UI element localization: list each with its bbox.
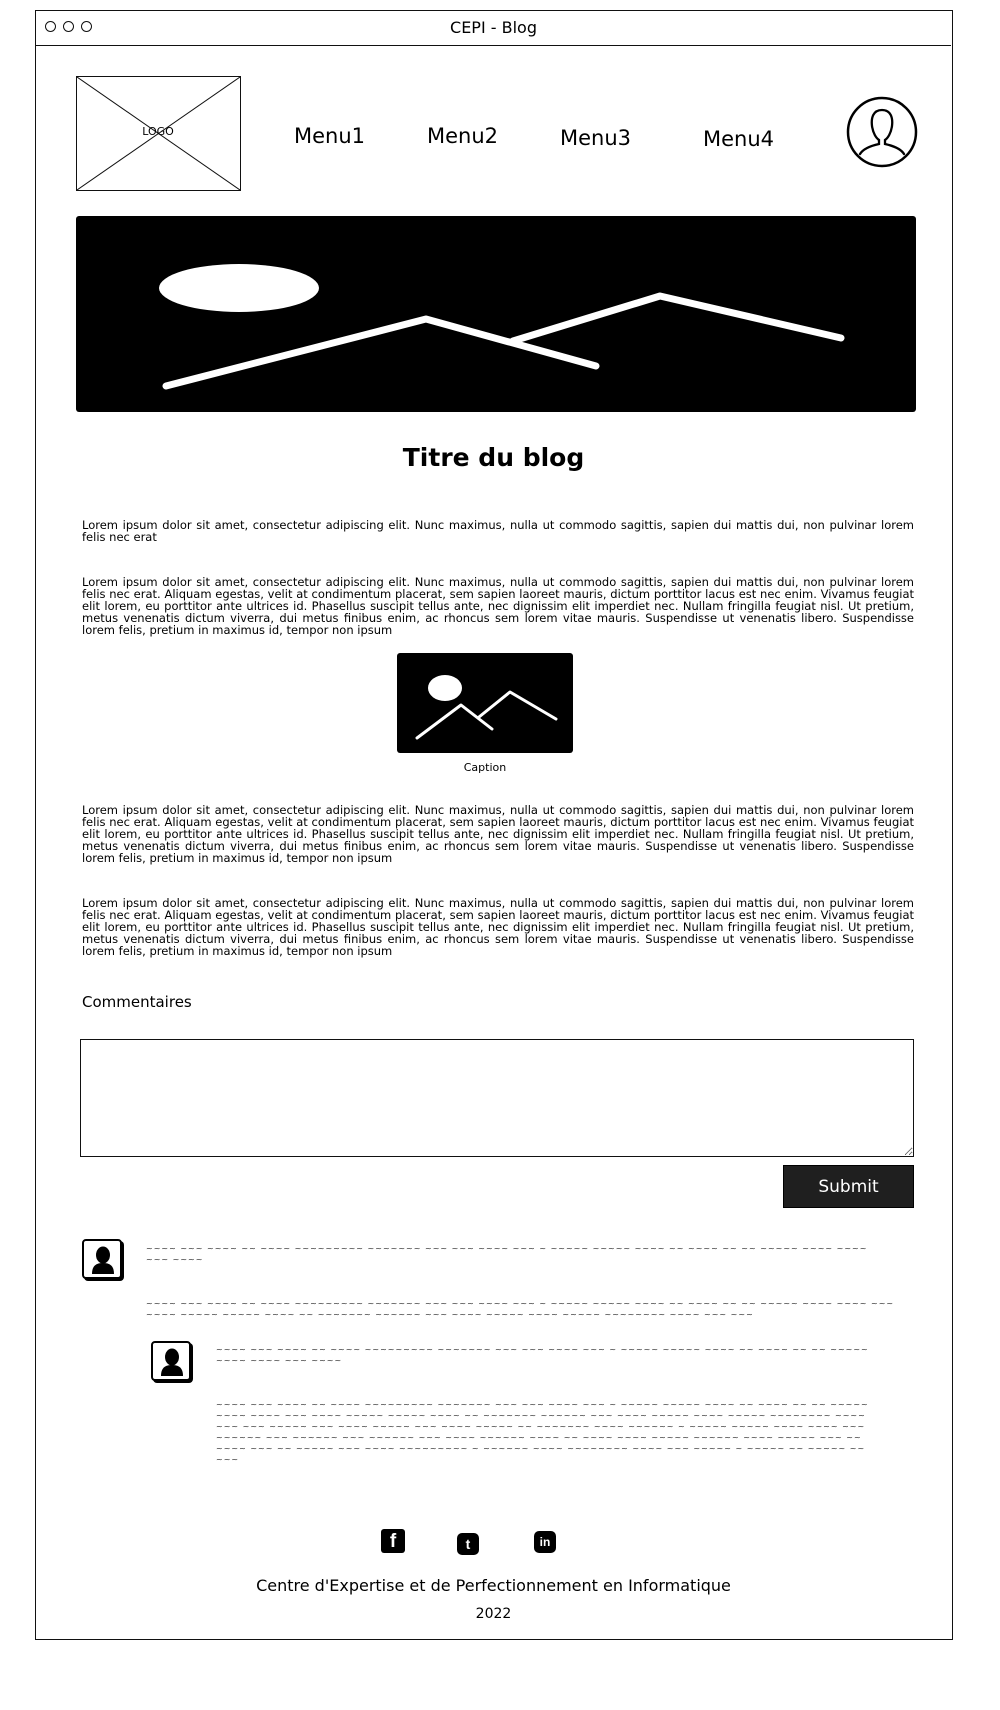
body-paragraph-2: Lorem ipsum dolor sit amet, consectetur … <box>82 803 914 865</box>
reply-author-line: ~~~~ ~~~ ~~~~ ~~ ~~~~ ~~~~~~~~~ ~~~~~~~ … <box>216 1345 869 1365</box>
user-silhouette-icon <box>92 1246 114 1274</box>
window-titlebar: CEPI - Blog <box>36 11 951 46</box>
hero-image-icon <box>159 264 845 390</box>
logo-label: LOGO <box>142 125 174 138</box>
comment-text: ~~~~ ~~~ ~~~~ ~~ ~~~~ ~~~~~~~~~ ~~~~~~~ … <box>146 1299 895 1319</box>
intro-paragraph: Lorem ipsum dolor sit amet, consectetur … <box>82 518 914 544</box>
hero-image <box>76 216 916 412</box>
footer-organization: Centre d'Expertise et de Perfectionnemen… <box>256 1576 731 1595</box>
user-profile-button[interactable] <box>846 96 918 168</box>
nav-menu-4[interactable]: Menu4 <box>703 127 774 151</box>
comment-author-line: ~~~~ ~~~ ~~~~ ~~ ~~~~ ~~~~~~~~~ ~~~~~~~ … <box>146 1244 868 1264</box>
body-paragraph-1: Lorem ipsum dolor sit amet, consectetur … <box>82 575 914 637</box>
logo-placeholder[interactable]: LOGO <box>76 76 241 191</box>
user-avatar-icon <box>846 96 918 168</box>
article-image <box>397 653 573 753</box>
window-title: CEPI - Blog <box>450 18 537 37</box>
browser-window: CEPI - Blog LOGO Menu1 Menu2 Menu3 Menu4… <box>35 10 953 1640</box>
facebook-icon[interactable]: f <box>381 1529 405 1553</box>
image-placeholder-icon <box>415 675 558 740</box>
nav-menu-3[interactable]: Menu3 <box>560 126 631 150</box>
reply-avatar <box>151 1341 191 1381</box>
comment-avatar <box>82 1239 122 1279</box>
user-silhouette-icon <box>161 1348 183 1376</box>
linkedin-icon[interactable]: in <box>534 1531 556 1553</box>
image-caption: Caption <box>463 761 507 774</box>
footer-year: 2022 <box>475 1606 512 1622</box>
nav-menu-1[interactable]: Menu1 <box>294 124 365 148</box>
blog-title: Titre du blog <box>402 443 585 472</box>
twitter-icon[interactable]: t <box>457 1533 479 1555</box>
comment-input[interactable] <box>80 1039 914 1157</box>
submit-button[interactable]: Submit <box>783 1165 914 1208</box>
nav-menu-2[interactable]: Menu2 <box>427 124 498 148</box>
comments-heading: Commentaires <box>82 993 192 1011</box>
reply-text: ~~~~ ~~~ ~~~~ ~~ ~~~~ ~~~~~~~~~ ~~~~~~~ … <box>216 1400 869 1464</box>
body-paragraph-3: Lorem ipsum dolor sit amet, consectetur … <box>82 896 914 958</box>
